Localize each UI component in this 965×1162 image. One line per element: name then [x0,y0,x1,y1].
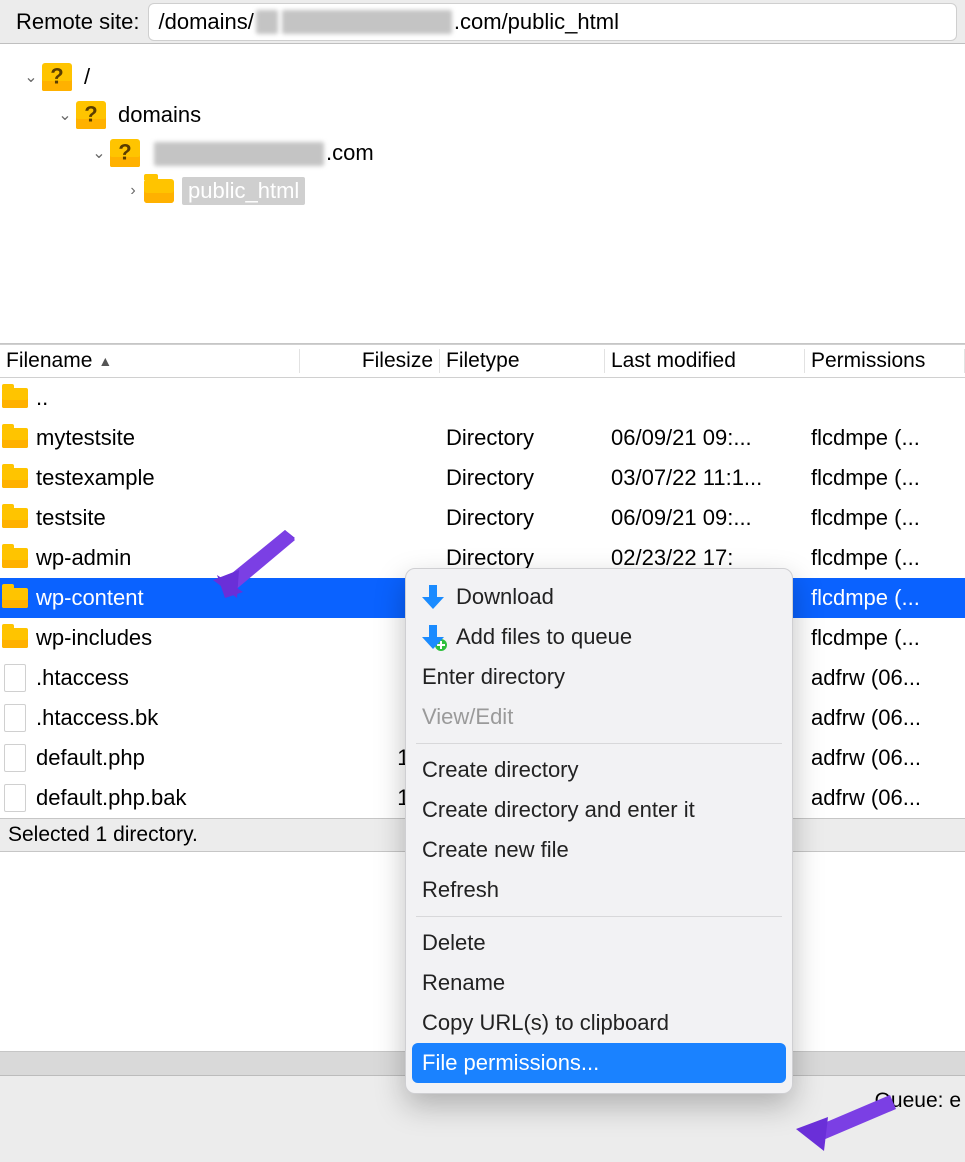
download-arrow-icon [422,585,444,609]
cell-permissions: adfrw (06... [805,745,965,771]
cell-permissions: flcdmpe (... [805,545,965,571]
cell-permissions: adfrw (06... [805,785,965,811]
tree-twisty-icon[interactable]: › [122,182,144,200]
cell-filename: wp-includes [30,625,300,651]
tree-twisty-icon[interactable]: ⌄ [88,143,110,163]
col-header-filename[interactable]: Filename ▲ [0,349,300,373]
cell-modified: 06/09/21 09:... [605,425,805,451]
remote-path-input[interactable]: /domains/ .com/public_html [148,3,958,41]
cell-permissions: flcdmpe (... [805,505,965,531]
cell-permissions: flcdmpe (... [805,625,965,651]
sort-indicator-icon: ▲ [98,353,112,369]
file-row[interactable]: .. [0,378,965,418]
file-row[interactable]: mytestsite Directory06/09/21 09:...flcdmp… [0,418,965,458]
redacted-segment [282,10,452,34]
cell-filename: testsite [30,505,300,531]
file-icon [4,704,26,732]
folder-unknown-icon [76,101,106,129]
file-icon [4,784,26,812]
tree-twisty-icon[interactable]: ⌄ [54,105,76,125]
file-list-header: Filename ▲ Filesize Filetype Last modifi… [0,344,965,378]
remote-site-label: Remote site: [16,9,140,35]
remote-tree-pane[interactable]: ⌄ / ⌄ domains ⌄ .com › public_html [0,44,965,344]
folder-icon [2,628,28,648]
file-icon [4,664,26,692]
cell-filetype: Directory [440,425,605,451]
status-text: Selected 1 directory. [8,823,198,847]
menu-create-new-file[interactable]: Create new file [412,830,786,870]
redacted-segment [154,142,324,166]
cell-filetype: Directory [440,505,605,531]
folder-icon [2,428,28,448]
folder-unknown-icon [42,63,72,91]
menu-view-edit: View/Edit [412,697,786,737]
folder-icon [2,468,28,488]
tree-label: / [80,63,94,91]
menu-download[interactable]: Download [412,577,786,617]
redacted-segment [256,10,278,34]
menu-refresh[interactable]: Refresh [412,870,786,910]
folder-icon [2,588,28,608]
col-header-permissions[interactable]: Permissions [805,349,965,373]
menu-add-to-queue[interactable]: Add files to queue [412,617,786,657]
cell-modified: 03/07/22 11:1... [605,465,805,491]
menu-delete[interactable]: Delete [412,923,786,963]
tree-row-public-html[interactable]: › public_html [10,172,955,210]
cell-permissions: flcdmpe (... [805,585,965,611]
menu-rename[interactable]: Rename [412,963,786,1003]
folder-icon [2,548,28,568]
tree-label-selected: public_html [182,177,305,205]
cell-filename: wp-content [30,585,300,611]
menu-separator [416,916,782,917]
tree-row-domains[interactable]: ⌄ domains [10,96,955,134]
cell-filename: .htaccess.bk [30,705,300,731]
col-header-modified[interactable]: Last modified [605,349,805,373]
folder-icon [2,508,28,528]
cell-permissions: flcdmpe (... [805,425,965,451]
cell-filename: testexample [30,465,300,491]
cell-filename: .htaccess [30,665,300,691]
menu-file-permissions[interactable]: File permissions... [412,1043,786,1083]
folder-icon [2,388,28,408]
cell-filename: default.php [30,745,300,771]
cell-filename: mytestsite [30,425,300,451]
file-row[interactable]: testsite Directory06/09/21 09:...flcdmpe … [0,498,965,538]
cell-filename: .. [30,385,300,411]
folder-icon [144,179,174,203]
context-menu: Download Add files to queue Enter direct… [405,568,793,1094]
cell-filename: wp-admin [30,545,300,571]
download-arrow-plus-icon [422,625,444,649]
menu-copy-url[interactable]: Copy URL(s) to clipboard [412,1003,786,1043]
cell-permissions: flcdmpe (... [805,465,965,491]
remote-path-bar: Remote site: /domains/ .com/public_html [0,0,965,44]
tree-label: domains [114,101,205,129]
folder-unknown-icon [110,139,140,167]
path-suffix: .com/public_html [454,9,619,35]
tree-row-root[interactable]: ⌄ / [10,58,955,96]
tree-twisty-icon[interactable]: ⌄ [20,67,42,87]
menu-separator [416,743,782,744]
cell-permissions: adfrw (06... [805,665,965,691]
queue-label: Queue: e [875,1089,961,1113]
path-prefix: /domains/ [159,9,254,35]
file-icon [4,744,26,772]
tree-label: .com [148,139,378,167]
menu-create-directory[interactable]: Create directory [412,750,786,790]
menu-enter-directory[interactable]: Enter directory [412,657,786,697]
cell-filetype: Directory [440,465,605,491]
cell-filename: default.php.bak [30,785,300,811]
col-header-filetype[interactable]: Filetype [440,349,605,373]
menu-create-directory-enter[interactable]: Create directory and enter it [412,790,786,830]
col-header-filesize[interactable]: Filesize [300,349,440,373]
cell-permissions: adfrw (06... [805,705,965,731]
cell-modified: 06/09/21 09:... [605,505,805,531]
tree-row-domain[interactable]: ⌄ .com [10,134,955,172]
file-row[interactable]: testexample Directory03/07/22 11:1...flcd… [0,458,965,498]
